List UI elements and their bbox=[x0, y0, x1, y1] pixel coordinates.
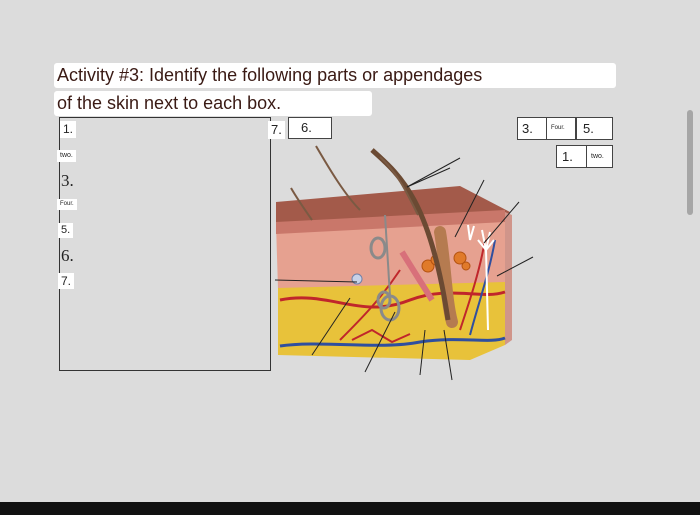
skin-cross-section-diagram bbox=[274, 145, 534, 381]
pacinian-corpuscle bbox=[351, 273, 363, 285]
